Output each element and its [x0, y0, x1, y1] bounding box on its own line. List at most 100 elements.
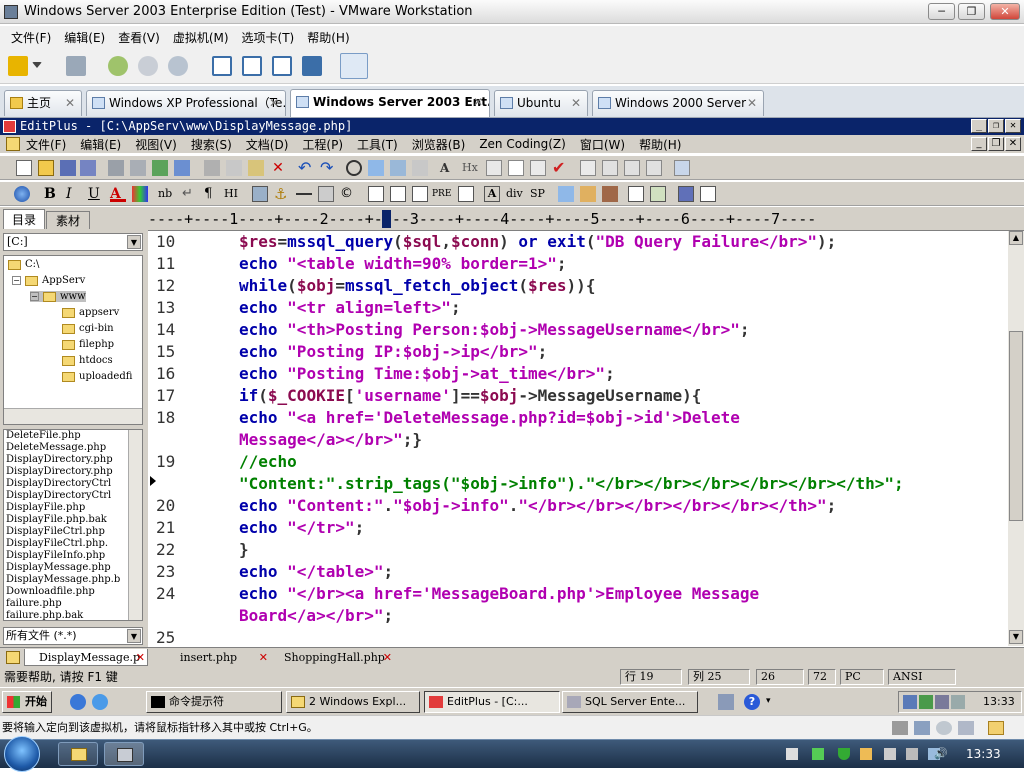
- close-icon[interactable]: ✕: [269, 91, 279, 115]
- doc-minimize-button[interactable]: _: [971, 137, 987, 151]
- close-icon[interactable]: ✕: [136, 649, 145, 666]
- host-explorer-button[interactable]: [58, 742, 98, 766]
- message-icon[interactable]: [988, 721, 1004, 735]
- ep-menu-project[interactable]: 工程(P): [302, 136, 343, 153]
- file-tab-shoppinghall[interactable]: ShoppingHall.php ✕: [270, 649, 394, 666]
- list-item[interactable]: DeleteMessage.php: [4, 442, 142, 454]
- ep-menu-zencoding[interactable]: Zen Coding(Z): [479, 137, 566, 151]
- ep-menu-file[interactable]: 文件(F): [26, 136, 66, 153]
- list-item[interactable]: Downloadfile.php: [4, 586, 142, 598]
- ep-menu-document[interactable]: 文档(D): [246, 136, 289, 153]
- split-icon[interactable]: [700, 186, 716, 202]
- tray-sql-icon[interactable]: [919, 695, 933, 709]
- menu-tabs[interactable]: 选项卡(T): [242, 29, 295, 46]
- font-icon[interactable]: A: [440, 160, 456, 176]
- tab-windows-2000[interactable]: Windows 2000 Server ✕: [592, 90, 764, 116]
- save-all-icon[interactable]: [80, 160, 96, 176]
- edit-icon[interactable]: [558, 186, 574, 202]
- brush-icon[interactable]: [580, 186, 596, 202]
- doc-close-button[interactable]: ✕: [1005, 137, 1021, 151]
- output-window-icon[interactable]: [624, 160, 640, 176]
- color-picker-icon[interactable]: [132, 186, 148, 202]
- list-item[interactable]: DisplayDirectory.php: [4, 454, 142, 466]
- close-icon[interactable]: ✕: [259, 649, 268, 666]
- ep-menu-edit[interactable]: 编辑(E): [80, 136, 121, 153]
- tray-icon[interactable]: [884, 748, 896, 760]
- menu-vm[interactable]: 虚拟机(M): [173, 29, 229, 46]
- doc-restore-button[interactable]: ❐: [988, 137, 1004, 151]
- cliptext-icon[interactable]: [580, 160, 596, 176]
- ep-menu-window[interactable]: 窗口(W): [580, 136, 625, 153]
- italic-button[interactable]: I: [66, 186, 82, 202]
- file-tab-insert[interactable]: insert.php ✕: [166, 649, 270, 666]
- tree-item[interactable]: uploadedfi: [62, 371, 132, 382]
- copy-icon[interactable]: [226, 160, 242, 176]
- list-item[interactable]: DisplayMessage.php: [4, 562, 142, 574]
- delete-icon[interactable]: ✕: [270, 160, 286, 176]
- close-icon[interactable]: ✕: [383, 649, 392, 666]
- menu-help[interactable]: 帮助(H): [307, 29, 349, 46]
- host-vmware-button[interactable]: [104, 742, 144, 766]
- tree-hscrollbar[interactable]: [4, 408, 142, 424]
- printer-icon[interactable]: [718, 694, 734, 710]
- span-button[interactable]: SP: [530, 186, 550, 202]
- table-icon[interactable]: [368, 186, 384, 202]
- image-icon[interactable]: [252, 186, 268, 202]
- close-icon[interactable]: ✕: [747, 91, 757, 115]
- tray-icon[interactable]: [786, 748, 798, 760]
- tray-icon[interactable]: [860, 748, 872, 760]
- tab-directory[interactable]: 目录: [3, 209, 45, 229]
- tree-item[interactable]: C:\: [8, 259, 39, 270]
- pause-icon[interactable]: [8, 56, 28, 76]
- browser-icon[interactable]: [174, 160, 190, 176]
- device-harddisk-icon[interactable]: [892, 721, 908, 735]
- tab-cliptext[interactable]: 素材: [46, 211, 90, 229]
- quicklaunch-explorer-icon[interactable]: [92, 694, 108, 710]
- tree-item[interactable]: filephp: [62, 339, 114, 350]
- find-icon[interactable]: [346, 160, 362, 176]
- ep-menu-search[interactable]: 搜索(S): [191, 136, 232, 153]
- cut-icon[interactable]: [204, 160, 220, 176]
- tray-icon[interactable]: [812, 748, 824, 760]
- console-view-icon[interactable]: [212, 56, 232, 76]
- help-icon[interactable]: [674, 160, 690, 176]
- menu-file[interactable]: 文件(F): [11, 29, 51, 46]
- collapse-icon[interactable]: −: [12, 276, 21, 285]
- taskbar-sqlserver[interactable]: SQL Server Ente...: [562, 691, 698, 713]
- div-button[interactable]: div: [506, 186, 528, 202]
- close-icon[interactable]: ✕: [65, 91, 75, 115]
- scroll-down-button[interactable]: ▼: [1009, 630, 1023, 644]
- list-item[interactable]: DisplayMessage.php.b: [4, 574, 142, 586]
- list-item[interactable]: DisplayFileInfo.php: [4, 550, 142, 562]
- tray-monitor-icon[interactable]: [935, 695, 949, 709]
- volume-icon[interactable]: 🔊: [934, 748, 948, 760]
- menu-view[interactable]: 查看(V): [118, 29, 160, 46]
- tab-windows-xp[interactable]: Windows XP Professional（Te... ✕: [86, 90, 286, 116]
- unity-icon[interactable]: [302, 56, 322, 76]
- start-button[interactable]: 开始: [2, 691, 52, 713]
- thumbnail-view-icon[interactable]: [340, 53, 368, 79]
- close-icon[interactable]: ✕: [571, 91, 581, 115]
- maximize-button[interactable]: ❐: [958, 3, 985, 20]
- ep-menu-help[interactable]: 帮助(H): [639, 136, 681, 153]
- paste-icon[interactable]: [248, 160, 264, 176]
- tag-icon[interactable]: ↵: [182, 186, 198, 202]
- ep-menu-tools[interactable]: 工具(T): [357, 136, 398, 153]
- collapse-icon[interactable]: −: [30, 292, 39, 301]
- chevron-down-icon[interactable]: [32, 62, 42, 70]
- heading-button[interactable]: HI: [224, 186, 244, 202]
- center-icon[interactable]: [412, 186, 428, 202]
- help-icon[interactable]: ?: [744, 694, 760, 710]
- open-icon[interactable]: [38, 160, 54, 176]
- device-network-icon[interactable]: [914, 721, 930, 735]
- snapshot-icon[interactable]: [108, 56, 128, 76]
- close-button[interactable]: ✕: [990, 3, 1020, 20]
- list-item[interactable]: DisplayFile.php.bak: [4, 514, 142, 526]
- close-icon[interactable]: ✕: [473, 90, 483, 114]
- globe-icon[interactable]: [14, 186, 30, 202]
- quicklaunch-ie-icon[interactable]: [70, 694, 86, 710]
- tree-item-selected[interactable]: − www: [30, 291, 86, 302]
- code-editor[interactable]: ----+----1----+----2----+----3----+----4…: [148, 207, 1024, 647]
- chevron-down-icon[interactable]: ▼: [127, 629, 141, 643]
- preview-icon[interactable]: [628, 186, 644, 202]
